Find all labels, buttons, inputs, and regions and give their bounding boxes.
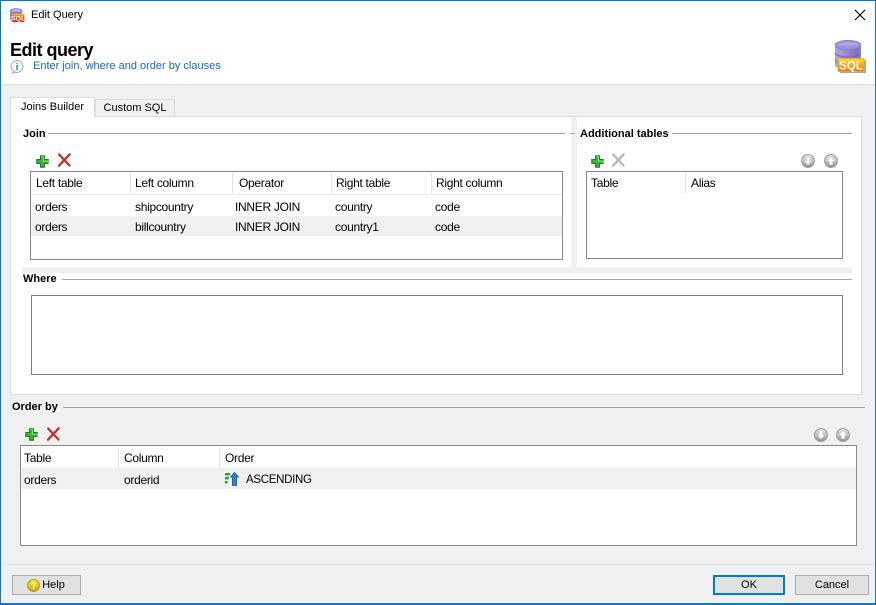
svg-text:?: ? — [31, 581, 37, 591]
svg-text:SQL: SQL — [11, 16, 25, 23]
svg-text:SQL: SQL — [839, 61, 863, 73]
svg-text:i: i — [16, 62, 19, 73]
